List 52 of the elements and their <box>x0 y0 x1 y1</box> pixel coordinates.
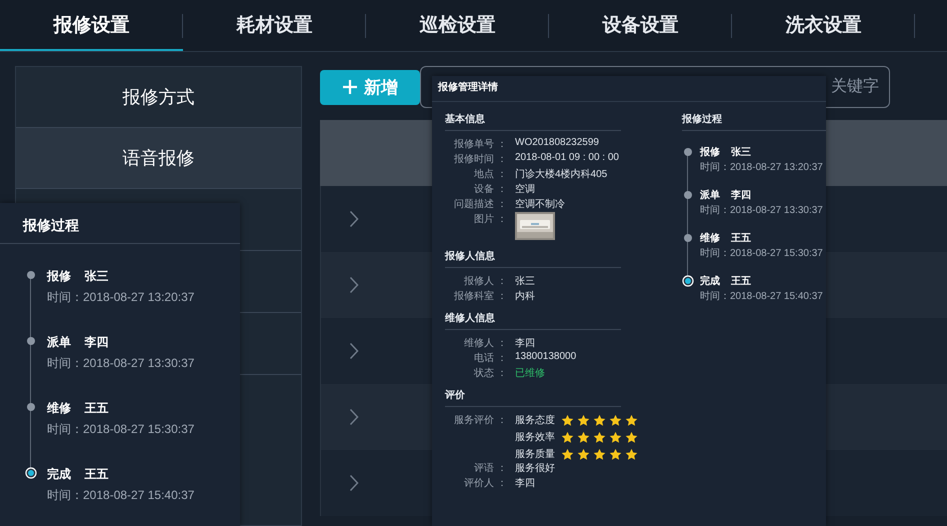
field-value: 空调不制冷 <box>515 198 566 211</box>
step-time: 时间：2018-08-27 13:30:37 <box>47 355 194 372</box>
field-value: 门诊大楼4楼内科405 <box>515 168 608 181</box>
section-title: 评价 <box>445 388 621 407</box>
panel-title: 报修管理详情 <box>432 80 826 102</box>
field-label: 问题描述 ： <box>453 198 507 211</box>
field-value: 张三 <box>515 274 536 288</box>
rating-name: 服务态度 <box>515 414 555 427</box>
field-label: 状态 ： <box>473 366 507 380</box>
field-label: 图片 ： <box>473 212 507 226</box>
field-value: 李四 <box>515 476 536 490</box>
field-value: 内科 <box>515 290 536 303</box>
step-time: 时间：2018-08-27 13:20:37 <box>47 289 194 306</box>
step-time: 时间：2018-08-27 13:20:37 <box>700 160 823 174</box>
field-label: 评价人 ： <box>463 477 507 490</box>
field-label: 评语 ： <box>473 462 507 475</box>
step-time: 时间：2018-08-27 15:40:37 <box>700 290 823 303</box>
rating-name: 服务效率 <box>515 430 555 444</box>
field-label: 维修人 ： <box>463 336 507 350</box>
field-label: 电话 ： <box>473 352 507 365</box>
field-value: 2018-08-01 09 : 00 : 00 <box>515 152 620 163</box>
field-label: 报修人 ： <box>463 274 507 288</box>
step-title: 维修 王五 <box>47 400 110 417</box>
step-title: 完成 王五 <box>47 466 110 483</box>
status-text: 已维修 <box>515 366 546 380</box>
step-time: 时间：2018-08-27 15:30:37 <box>47 421 194 438</box>
step-time: 时间：2018-08-27 15:30:37 <box>700 246 823 260</box>
field-value: 李四 <box>515 336 536 350</box>
step-title: 完成 王五 <box>700 274 752 288</box>
section-title: 报修人信息 <box>445 249 621 268</box>
step-title: 派单 李四 <box>700 188 752 202</box>
field-label: 服务评价 ： <box>453 414 507 427</box>
section-title: 报修过程 <box>682 112 826 131</box>
field-value: 13800138000 <box>515 351 578 362</box>
step-title: 报修 张三 <box>700 146 752 159</box>
field-label: 报修科室 ： <box>453 290 507 303</box>
field-label: 报修单号 ： <box>453 138 507 151</box>
section-title: 基本信息 <box>445 112 621 131</box>
section-title: 维修人信息 <box>445 311 621 330</box>
field-label: 报修时间 ： <box>453 152 507 166</box>
step-time: 时间：2018-08-27 15:40:37 <box>47 487 194 504</box>
rating-name: 服务质量 <box>515 448 555 461</box>
step-title: 报修 张三 <box>47 268 110 285</box>
step-title: 派单 李四 <box>47 334 110 351</box>
field-label: 地点 ： <box>473 168 507 181</box>
field-value: 服务很好 <box>515 462 556 475</box>
panel-title: 报修过程 <box>0 217 240 244</box>
step-title: 维修 王五 <box>700 231 752 245</box>
field-value: 空调 <box>515 182 536 196</box>
field-label: 设备 ： <box>473 183 507 196</box>
field-value: WO201808232599 <box>515 137 600 148</box>
step-time: 时间：2018-08-27 13:30:37 <box>700 204 823 217</box>
